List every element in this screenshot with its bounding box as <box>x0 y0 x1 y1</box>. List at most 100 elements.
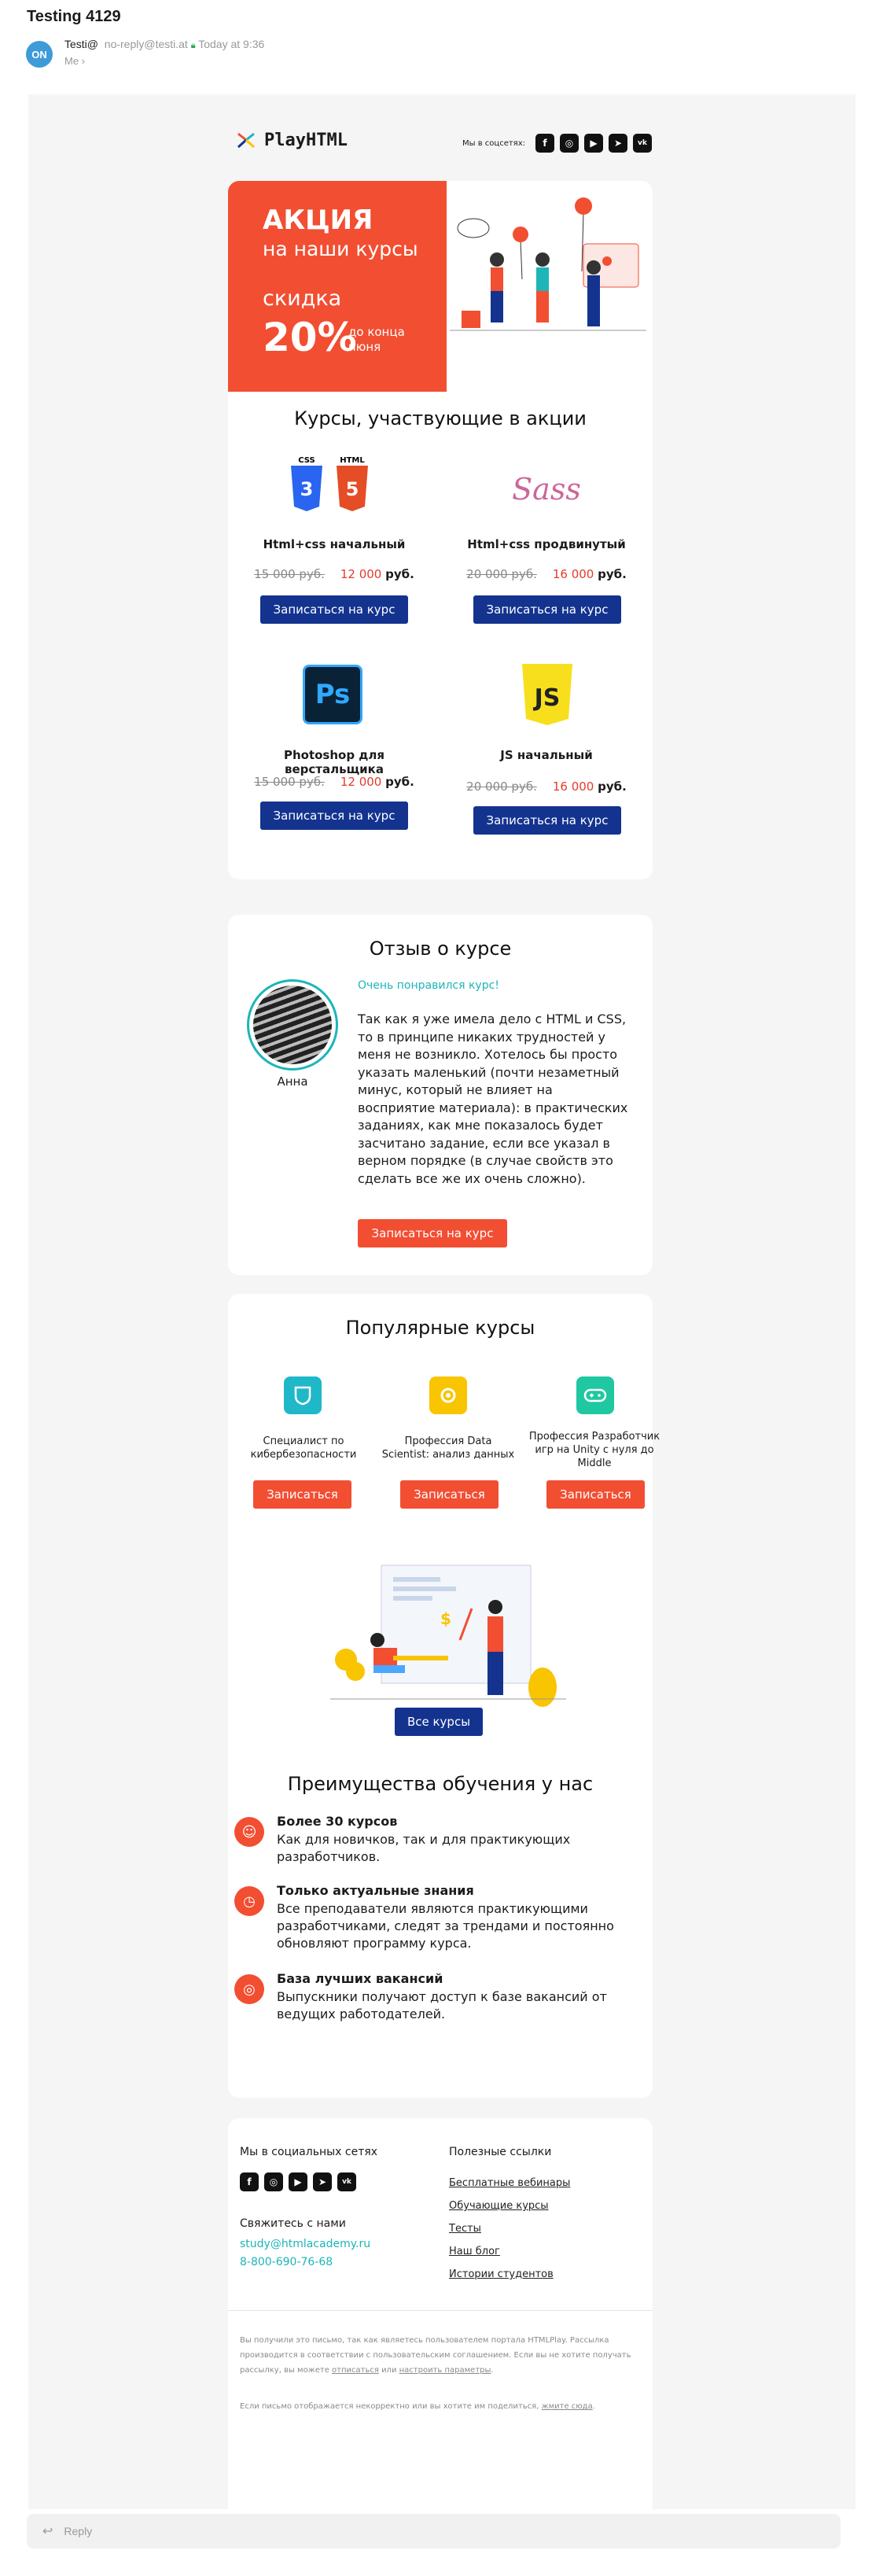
review-title: Отзыв о курсе <box>369 938 512 960</box>
popular-course-name: Профессия Data Scientist: анализ данных <box>381 1435 515 1461</box>
footer-link[interactable]: Истории студентов <box>449 2268 554 2280</box>
shield-icon <box>284 1376 322 1414</box>
footer-phone[interactable]: 8-800-690-76-68 <box>240 2256 333 2268</box>
logo-text: PlayHTML <box>264 130 348 150</box>
review-enroll-button[interactable]: Записаться на курс <box>358 1219 507 1247</box>
sent-time: Today at 9:36 <box>198 38 265 50</box>
logo[interactable]: PlayHTML <box>236 130 348 150</box>
promo-percent: 20% <box>263 315 357 360</box>
svg-text:5: 5 <box>346 478 359 500</box>
footer-divider <box>228 2310 653 2311</box>
unsubscribe-link[interactable]: отписаться <box>332 2366 379 2375</box>
footer-link[interactable]: Наш блог <box>449 2246 500 2257</box>
facebook-icon[interactable]: f <box>240 2172 259 2191</box>
popular-illustration: $ <box>330 1564 566 1707</box>
promo-title: АКЦИЯ <box>263 205 373 236</box>
footer-links-title: Полезные ссылки <box>449 2146 552 2158</box>
currency: руб. <box>385 775 414 789</box>
enroll-button[interactable]: Записаться на курс <box>473 595 621 624</box>
courses-title: Курсы, участвующие в акции <box>294 407 587 429</box>
enroll-button[interactable]: Записаться на курс <box>473 806 621 835</box>
advantage-text: Выпускники получают доступ к базе ваканс… <box>277 1989 607 2021</box>
photoshop-icon: Ps <box>303 665 362 724</box>
popular-enroll-button[interactable]: Записаться <box>546 1480 645 1509</box>
course-name: Html+css начальный <box>263 537 406 551</box>
all-courses-button[interactable]: Все курсы <box>395 1708 483 1736</box>
old-price: 20 000 руб. <box>466 567 537 581</box>
course-price: 15 000 руб. 12 000 руб. <box>236 567 432 581</box>
gamepad-icon <box>576 1376 614 1414</box>
reply-bar[interactable]: ↩ Reply <box>27 2514 841 2548</box>
reply-icon: ↩ <box>42 2525 53 2538</box>
disclaimer-or: или <box>381 2366 397 2375</box>
youtube-icon[interactable]: ▶ <box>583 134 603 153</box>
footer-link[interactable]: Обучающие курсы <box>449 2200 549 2212</box>
reviewer-name: Анна <box>277 1074 308 1089</box>
sass-icon: Sass <box>511 459 582 518</box>
review-text: Так как я уже имела дело с HTML и CSS, т… <box>358 1012 628 1186</box>
advantage-title: База лучших вакансий <box>277 1971 443 1986</box>
vk-icon[interactable]: vk <box>337 2172 356 2191</box>
course-price: 20 000 руб. 16 000 руб. <box>448 567 645 581</box>
popular-title: Популярные курсы <box>345 1317 535 1339</box>
enroll-button[interactable]: Записаться на курс <box>260 595 408 624</box>
popular-enroll-button[interactable]: Записаться <box>253 1480 351 1509</box>
sender-name[interactable]: Testi@ <box>64 38 98 50</box>
footer-contact-title: Свяжитесь с нами <box>240 2217 346 2230</box>
footer-social-icons: f ◎ ▶ ➤ vk <box>240 2172 356 2191</box>
reviewer-avatar <box>247 979 338 1071</box>
vk-icon[interactable]: vk <box>632 134 652 153</box>
settings-link[interactable]: настроить параметры <box>399 2366 491 2375</box>
data-science-icon <box>429 1376 467 1414</box>
logo-icon <box>237 132 256 149</box>
sender-line: Testi@ no-reply@testi.at 🔒︎ Today at 9:3… <box>64 38 264 51</box>
new-price: 12 000 <box>340 567 382 581</box>
advantage-text: Все преподаватели являются практикующими… <box>277 1901 614 1951</box>
html-css-icon: CSS 3 HTML 5 <box>287 455 373 519</box>
smile-icon: ☺ <box>234 1817 264 1847</box>
old-price: 20 000 руб. <box>466 779 537 794</box>
reply-label: Reply <box>64 2525 93 2537</box>
svg-text:JS: JS <box>533 684 561 712</box>
social-label: Мы в соцсетях: <box>462 138 525 148</box>
footer-link[interactable]: Тесты <box>449 2223 481 2235</box>
advantage-title: Только актуальные знания <box>277 1883 474 1898</box>
enroll-button[interactable]: Записаться на курс <box>260 802 408 830</box>
telegram-icon[interactable]: ➤ <box>313 2172 332 2191</box>
footer-email[interactable]: study@htmlacademy.ru <box>240 2238 370 2250</box>
css-html-icon: CSS 3 HTML 5 <box>291 456 368 511</box>
view-online-link[interactable]: жмите сюда <box>542 2402 593 2411</box>
sender-address[interactable]: no-reply@testi.at <box>105 38 188 50</box>
sender-avatar[interactable]: ON <box>26 41 53 68</box>
course-price: 15 000 руб. 12 000 руб. <box>236 775 432 789</box>
new-price: 16 000 <box>552 779 594 794</box>
promo-discount-label: скидка <box>263 286 342 311</box>
recipient[interactable]: Me › <box>64 55 85 67</box>
clock-icon: ◷ <box>234 1886 264 1916</box>
facebook-icon[interactable]: f <box>535 134 554 153</box>
youtube-icon[interactable]: ▶ <box>289 2172 307 2191</box>
telegram-icon[interactable]: ➤ <box>608 134 627 153</box>
footer-disclaimer: Вы получили это письмо, так как являетес… <box>240 2336 631 2375</box>
currency: руб. <box>598 567 627 581</box>
instagram-icon[interactable]: ◎ <box>559 134 579 153</box>
promo-subtitle: на наши курсы <box>263 238 418 260</box>
currency: руб. <box>598 779 627 794</box>
footer-link[interactable]: Бесплатные вебинары <box>449 2177 570 2189</box>
course-name: Html+css продвинутый <box>467 537 626 551</box>
promo-note: до конца июня <box>348 325 405 354</box>
advantages-title: Преимущества обучения у нас <box>287 1773 594 1795</box>
popular-enroll-button[interactable]: Записаться <box>400 1480 499 1509</box>
old-price: 15 000 руб. <box>254 775 325 789</box>
new-price: 16 000 <box>552 567 594 581</box>
view-online-text: Если письмо отображается некорректно или… <box>240 2402 539 2411</box>
promo-illustration <box>450 197 646 331</box>
currency: руб. <box>385 567 414 581</box>
footer-social-title: Мы в социальных сетях <box>240 2146 378 2158</box>
course-name: Photoshop для верстальщика <box>283 748 385 776</box>
course-name: JS начальный <box>500 748 593 762</box>
course-price: 20 000 руб. 16 000 руб. <box>448 779 645 794</box>
advantage-text: Как для новичков, так и для практикующих… <box>277 1832 571 1864</box>
advantage-title: Более 30 курсов <box>277 1814 398 1829</box>
instagram-icon[interactable]: ◎ <box>264 2172 283 2191</box>
